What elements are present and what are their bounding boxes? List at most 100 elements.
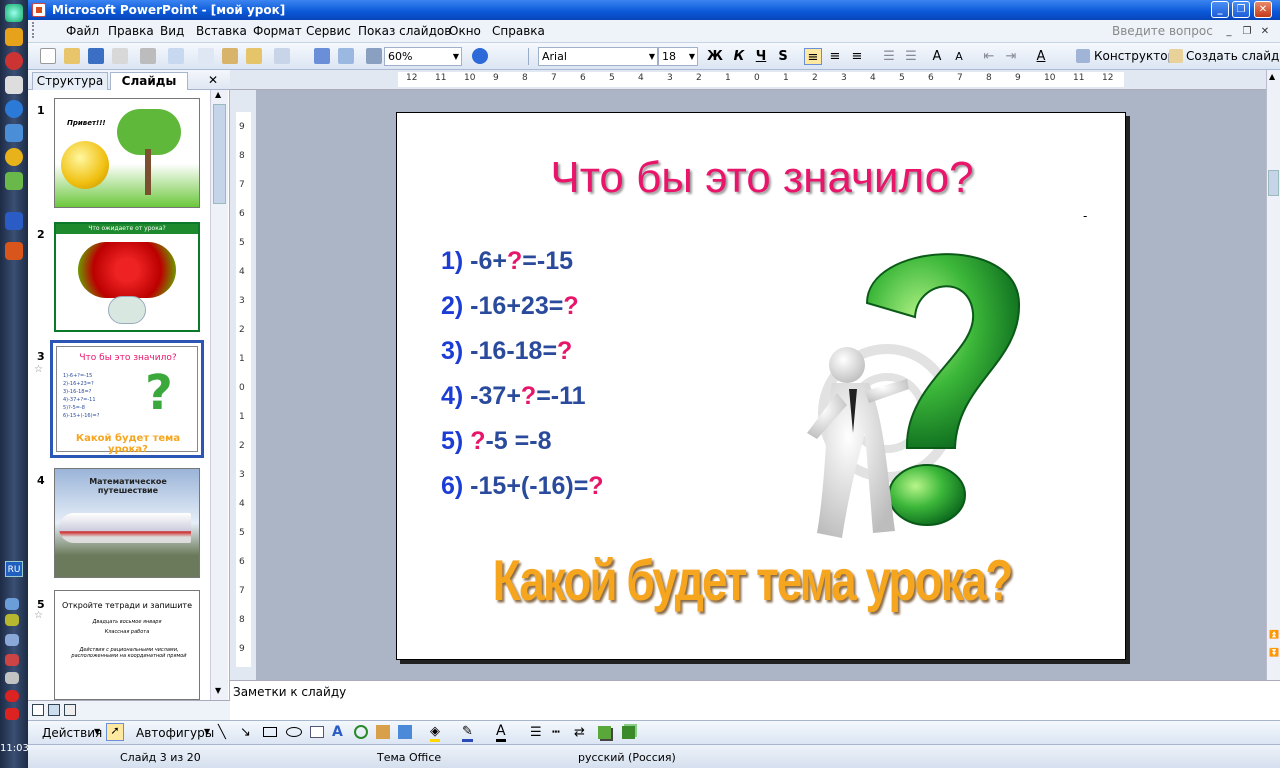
picture-icon[interactable]: [398, 725, 412, 739]
arrow-icon[interactable]: ↘: [240, 725, 251, 740]
normal-view-icon[interactable]: [32, 704, 44, 716]
line-icon[interactable]: ╲: [218, 725, 226, 740]
tab-outline[interactable]: Структура: [32, 72, 108, 90]
desktop-icon[interactable]: [5, 124, 23, 142]
font-color-icon[interactable]: A: [496, 723, 506, 742]
equation-line[interactable]: 3) -16-18=?: [441, 337, 572, 366]
menu-tools[interactable]: Сервис: [306, 24, 351, 38]
designer-button[interactable]: Конструктор: [1094, 49, 1175, 63]
clipart-icon[interactable]: [376, 725, 390, 739]
table-icon[interactable]: [338, 48, 354, 64]
tray-icon[interactable]: [5, 654, 19, 666]
menu-insert[interactable]: Вставка: [196, 24, 247, 38]
doc-close-button[interactable]: ✕: [1258, 25, 1272, 39]
slide-thumbnail-2[interactable]: Что ожидаете от урока?: [54, 222, 200, 332]
increase-indent-icon[interactable]: ⇥: [1002, 48, 1020, 65]
slide-thumbnail-4[interactable]: Математическое путешествие: [54, 468, 200, 578]
align-center-button[interactable]: ≡: [826, 48, 844, 65]
equation-line[interactable]: 6) -15+(-16)=?: [441, 472, 604, 501]
notes-pane[interactable]: Заметки к слайду: [230, 680, 1280, 720]
tab-slides[interactable]: Слайды: [110, 72, 188, 90]
scroll-thumb[interactable]: [213, 104, 226, 204]
slide-thumbnail-1[interactable]: Привет!!!: [54, 98, 200, 208]
close-pane-button[interactable]: ✕: [204, 72, 222, 90]
language-indicator[interactable]: RU: [5, 561, 23, 577]
new-slide-icon[interactable]: [1169, 49, 1183, 63]
scroll-up-arrow-icon[interactable]: ▲: [215, 90, 221, 99]
dash-style-icon[interactable]: ┅: [552, 725, 560, 740]
align-right-button[interactable]: ≡: [848, 48, 866, 65]
word-icon[interactable]: [5, 212, 23, 230]
italic-button[interactable]: К: [730, 48, 748, 65]
decrease-indent-icon[interactable]: ⇤: [980, 48, 998, 65]
zoom-select[interactable]: 60% ▼: [384, 47, 462, 66]
3d-style-icon[interactable]: [622, 726, 635, 739]
underline-button[interactable]: Ч: [752, 48, 770, 65]
chart-icon[interactable]: [314, 48, 330, 64]
bold-button[interactable]: Ж: [706, 48, 724, 65]
antivirus-icon[interactable]: [5, 690, 19, 702]
tray-icon[interactable]: [5, 634, 19, 646]
shadow-button[interactable]: S: [774, 48, 792, 65]
menu-window[interactable]: Окно: [449, 24, 481, 38]
menu-help[interactable]: Справка: [492, 24, 545, 38]
help-icon[interactable]: [472, 48, 488, 64]
scroll-down-arrow-icon[interactable]: ▼: [215, 686, 221, 695]
menu-slideshow[interactable]: Показ слайдов: [358, 24, 451, 38]
explorer-icon[interactable]: [5, 76, 23, 94]
doc-restore-button[interactable]: ❐: [1240, 25, 1254, 39]
font-size-select[interactable]: 18 ▼: [658, 47, 698, 66]
grid-icon[interactable]: [366, 48, 382, 64]
undo-icon[interactable]: [274, 48, 290, 64]
slide-canvas[interactable]: Что бы это значило? - 1) -6+?=-15 2) -16+…: [396, 112, 1126, 660]
slideshow-view-icon[interactable]: [64, 704, 76, 716]
menu-format[interactable]: Формат: [253, 24, 302, 38]
prev-slide-icon[interactable]: ⏫: [1269, 630, 1279, 639]
new-icon[interactable]: [40, 48, 56, 64]
app-icon[interactable]: [5, 28, 23, 46]
menu-file[interactable]: Файл: [66, 24, 99, 38]
close-button[interactable]: ✕: [1254, 1, 1272, 18]
equation-line[interactable]: 5) ?-5 =-8: [441, 427, 551, 456]
spellcheck-icon[interactable]: [168, 48, 184, 64]
designer-icon[interactable]: [1076, 49, 1090, 63]
fill-color-icon[interactable]: ◈: [430, 724, 440, 742]
slide-thumbnail-5[interactable]: Откройте тетради и запишите Двадцать вос…: [54, 590, 200, 700]
slide-thumbnail-3[interactable]: Что бы это значило? 1)-6+?=-15 2)-16+23=…: [50, 340, 204, 458]
ask-question-box[interactable]: Введите вопрос: [1112, 24, 1213, 38]
minimize-button[interactable]: _: [1211, 1, 1229, 18]
numbering-icon[interactable]: ☰: [880, 48, 898, 65]
browser-icon[interactable]: [5, 52, 23, 70]
notes-placeholder[interactable]: Заметки к слайду: [233, 685, 346, 699]
next-slide-icon[interactable]: ⏬: [1269, 648, 1279, 657]
select-pointer-icon[interactable]: ➚: [106, 723, 124, 741]
network-icon[interactable]: [5, 172, 23, 190]
new-slide-button[interactable]: Создать слайд: [1186, 49, 1279, 63]
sorter-view-icon[interactable]: [48, 704, 60, 716]
permission-icon[interactable]: [112, 48, 128, 64]
paste-icon[interactable]: [222, 48, 238, 64]
start-orb-icon[interactable]: [5, 4, 23, 22]
save-icon[interactable]: [88, 48, 104, 64]
format-painter-icon[interactable]: [246, 48, 262, 64]
tray-icon[interactable]: [5, 598, 19, 610]
ie-icon[interactable]: [5, 100, 23, 118]
editor-scrollbar[interactable]: ▲ ⏫ ⏬: [1266, 70, 1280, 680]
scroll-thumb[interactable]: [1268, 170, 1279, 196]
autoshapes-menu[interactable]: Автофигуры: [136, 726, 214, 740]
menu-edit[interactable]: Правка: [108, 24, 154, 38]
equation-line[interactable]: 2) -16+23=?: [441, 292, 579, 321]
thumbs-scrollbar[interactable]: ▲ ▼: [210, 90, 228, 700]
textbox-icon[interactable]: [310, 726, 324, 738]
tray-icon[interactable]: [5, 614, 19, 626]
menu-view[interactable]: Вид: [160, 24, 184, 38]
increase-font-icon[interactable]: A: [928, 48, 946, 65]
bullets-icon[interactable]: ☰: [902, 48, 920, 65]
powerpoint-app-icon[interactable]: [32, 3, 46, 17]
mail-icon[interactable]: [5, 148, 23, 166]
line-color-icon[interactable]: ✎: [462, 724, 473, 742]
status-language[interactable]: русский (Россия): [578, 751, 676, 764]
open-icon[interactable]: [64, 48, 80, 64]
diagram-icon[interactable]: [354, 725, 368, 739]
oval-icon[interactable]: [286, 727, 302, 737]
